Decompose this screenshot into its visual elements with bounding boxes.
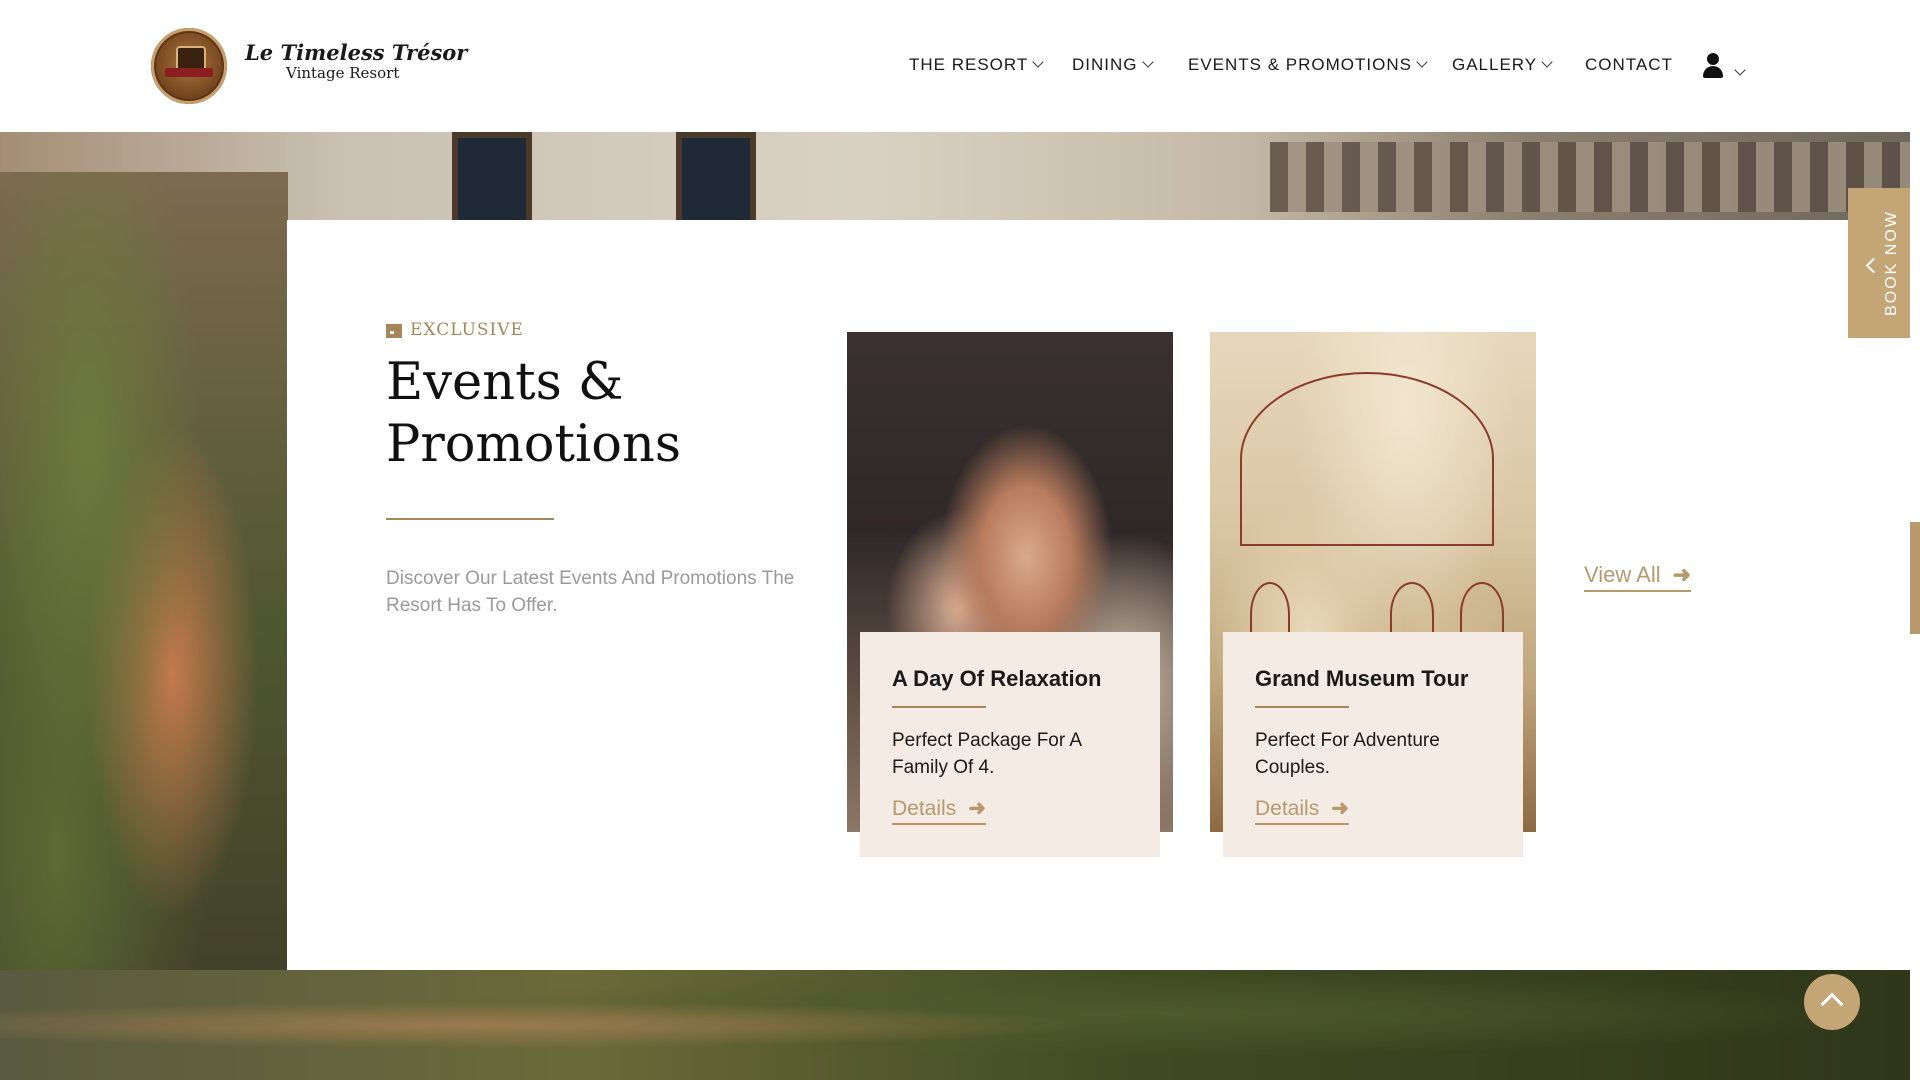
nav-item-label: EVENTS & PROMOTIONS [1188, 55, 1412, 74]
logo-ribbon [165, 68, 213, 77]
details-link[interactable]: Details ➜ [1255, 796, 1349, 825]
chevron-up-icon [1820, 992, 1844, 1016]
chevron-down-icon [1541, 56, 1553, 68]
building-window [452, 132, 532, 232]
card-divider [892, 706, 986, 708]
nav-item-the-resort[interactable]: THE RESORT [909, 55, 1044, 75]
user-head [1707, 53, 1719, 65]
treasure-chest-icon [176, 46, 206, 70]
card-description: Perfect For Adventure Couples. [1255, 730, 1440, 778]
ivy-wall [0, 172, 288, 1080]
nav-item-events-promotions[interactable]: EVENTS & PROMOTIONS [1188, 55, 1428, 75]
user-icon[interactable] [1701, 53, 1725, 79]
title-divider [386, 518, 554, 520]
building-window [676, 132, 756, 232]
nav-item-label: GALLERY [1452, 55, 1538, 74]
chevron-left-icon [1865, 257, 1882, 274]
event-card: A Day Of Relaxation Perfect Package For … [860, 632, 1160, 857]
arrow-right-icon: ➜ [1331, 797, 1349, 820]
chevron-down-icon [1141, 56, 1154, 68]
card-title[interactable]: Grand Museum Tour [1255, 666, 1469, 692]
nav-item-gallery[interactable]: GALLERY [1452, 55, 1553, 75]
book-now-label: BOOK NOW [1883, 210, 1900, 316]
nav-item-label: DINING [1072, 55, 1138, 74]
scroll-indicator[interactable] [1910, 522, 1920, 634]
section-title: Events & Promotions [386, 353, 681, 474]
book-now-tab[interactable]: BOOK NOW [1848, 188, 1910, 338]
section-description: Discover Our Latest Events And Promotion… [386, 568, 795, 616]
site-header: Le Timeless Trésor Vintage Resort THE RE… [0, 0, 1920, 132]
card-divider [1255, 706, 1349, 708]
details-link[interactable]: Details ➜ [892, 796, 986, 825]
card-description: Perfect Package For A Family Of 4. [892, 730, 1082, 778]
chevron-down-icon[interactable] [1734, 64, 1746, 76]
nav-item-dining[interactable]: DINING [1072, 55, 1154, 75]
view-all-link[interactable]: View All ➜ [1584, 562, 1692, 592]
stone-balcony [1270, 142, 1910, 212]
arrow-right-icon: ➜ [968, 797, 986, 820]
nav-item-label: THE RESORT [909, 55, 1029, 74]
nav-item-label: CONTACT [1585, 55, 1673, 74]
brand-name[interactable]: Le Timeless Trésor [245, 40, 467, 65]
arrow-right-icon: ➜ [1672, 562, 1692, 587]
section-eyebrow: EXCLUSIVE [410, 320, 524, 340]
chevron-down-icon [1416, 56, 1428, 68]
nav-item-contact[interactable]: CONTACT [1585, 55, 1673, 75]
card-title[interactable]: A Day Of Relaxation [892, 666, 1101, 692]
brand-subtitle: Vintage Resort [286, 64, 400, 82]
user-body [1703, 66, 1723, 78]
scroll-to-top-button[interactable] [1804, 974, 1860, 1030]
resort-logo[interactable] [151, 28, 227, 104]
event-card: Grand Museum Tour Perfect For Adventure … [1223, 632, 1523, 857]
ivy-foliage [0, 970, 1910, 1080]
chevron-down-icon [1032, 56, 1044, 68]
